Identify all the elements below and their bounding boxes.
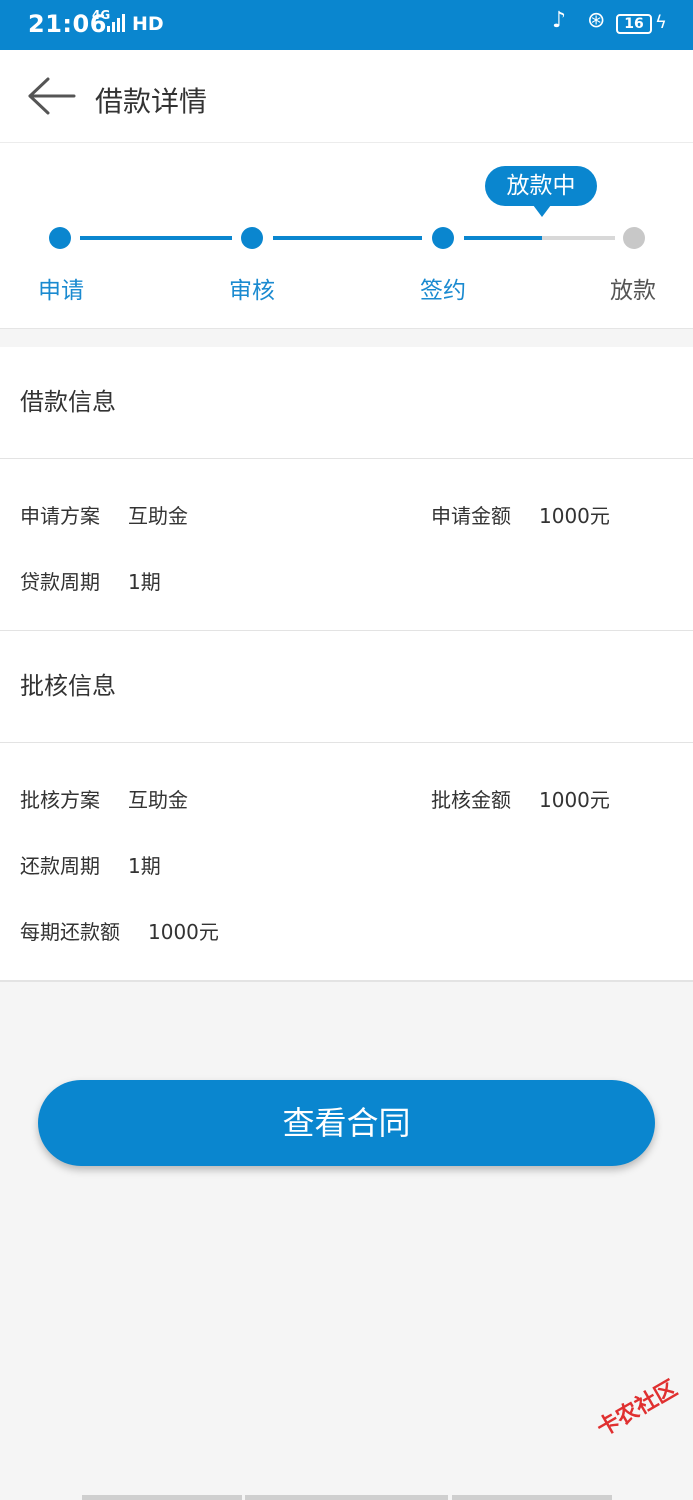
page-title: 借款详情 bbox=[95, 85, 208, 118]
watermark-logo: 卡农社区 bbox=[593, 1376, 682, 1442]
approval-plan-label: 批核方案 bbox=[20, 788, 100, 812]
apply-amount-label: 申请金额 bbox=[431, 504, 511, 528]
approval-plan-value: 互助金 bbox=[128, 788, 188, 812]
nav-hint-bar-left bbox=[82, 1495, 242, 1500]
back-arrow-icon[interactable] bbox=[26, 76, 78, 116]
loan-term-label: 贷款周期 bbox=[20, 570, 100, 594]
step-label-apply: 申请 bbox=[38, 278, 84, 304]
loan-progress-stepper: 放款中 申请 审核 签约 放款 bbox=[0, 143, 693, 329]
loan-info-title: 借款信息 bbox=[0, 347, 693, 459]
rotation-lock-icon: ⊛ bbox=[587, 8, 606, 33]
step-dot-review bbox=[241, 227, 263, 249]
step-label-disburse: 放款 bbox=[610, 278, 656, 304]
loan-term-value: 1期 bbox=[128, 570, 161, 594]
hd-icon: HD bbox=[132, 13, 164, 35]
nav-hint-bar-middle bbox=[245, 1495, 448, 1500]
apply-plan-value: 互助金 bbox=[128, 504, 188, 528]
status-bar: 21:06 4G HD ♪ ⊛ 16 ϟ bbox=[0, 0, 693, 50]
vibrate-icon: ♪ bbox=[552, 8, 567, 33]
step-line-1 bbox=[80, 236, 232, 240]
battery-icon: 16 bbox=[616, 14, 652, 34]
step-line-2 bbox=[273, 236, 422, 240]
signal-icon bbox=[107, 14, 125, 32]
approval-info-card: 批核信息 批核方案 互助金 批核金额 1000元 还款周期 1期 每期还款额 1… bbox=[0, 631, 693, 982]
step-dot-sign bbox=[432, 227, 454, 249]
charging-icon: ϟ bbox=[655, 12, 667, 33]
repay-term-label: 还款周期 bbox=[20, 854, 100, 878]
approval-info-title: 批核信息 bbox=[0, 631, 693, 743]
step-dot-apply bbox=[49, 227, 71, 249]
app-bar: 借款详情 bbox=[0, 50, 693, 143]
installment-value: 1000元 bbox=[148, 920, 219, 944]
step-label-sign: 签约 bbox=[420, 278, 466, 304]
installment-label: 每期还款额 bbox=[20, 920, 120, 944]
loan-info-card: 借款信息 申请方案 互助金 申请金额 1000元 贷款周期 1期 bbox=[0, 347, 693, 631]
repay-term-value: 1期 bbox=[128, 854, 161, 878]
status-badge-pointer bbox=[533, 205, 551, 217]
approval-amount-value: 1000元 bbox=[539, 788, 610, 812]
nav-hint-bar-right bbox=[452, 1495, 612, 1500]
step-line-3-remaining bbox=[542, 236, 615, 240]
step-dot-disburse bbox=[623, 227, 645, 249]
step-line-3-progress bbox=[464, 236, 542, 240]
view-contract-button[interactable]: 查看合同 bbox=[38, 1080, 655, 1166]
apply-amount-value: 1000元 bbox=[539, 504, 610, 528]
current-status-badge: 放款中 bbox=[485, 166, 597, 206]
step-label-review: 审核 bbox=[229, 278, 275, 304]
apply-plan-label: 申请方案 bbox=[20, 504, 100, 528]
approval-amount-label: 批核金额 bbox=[431, 788, 511, 812]
